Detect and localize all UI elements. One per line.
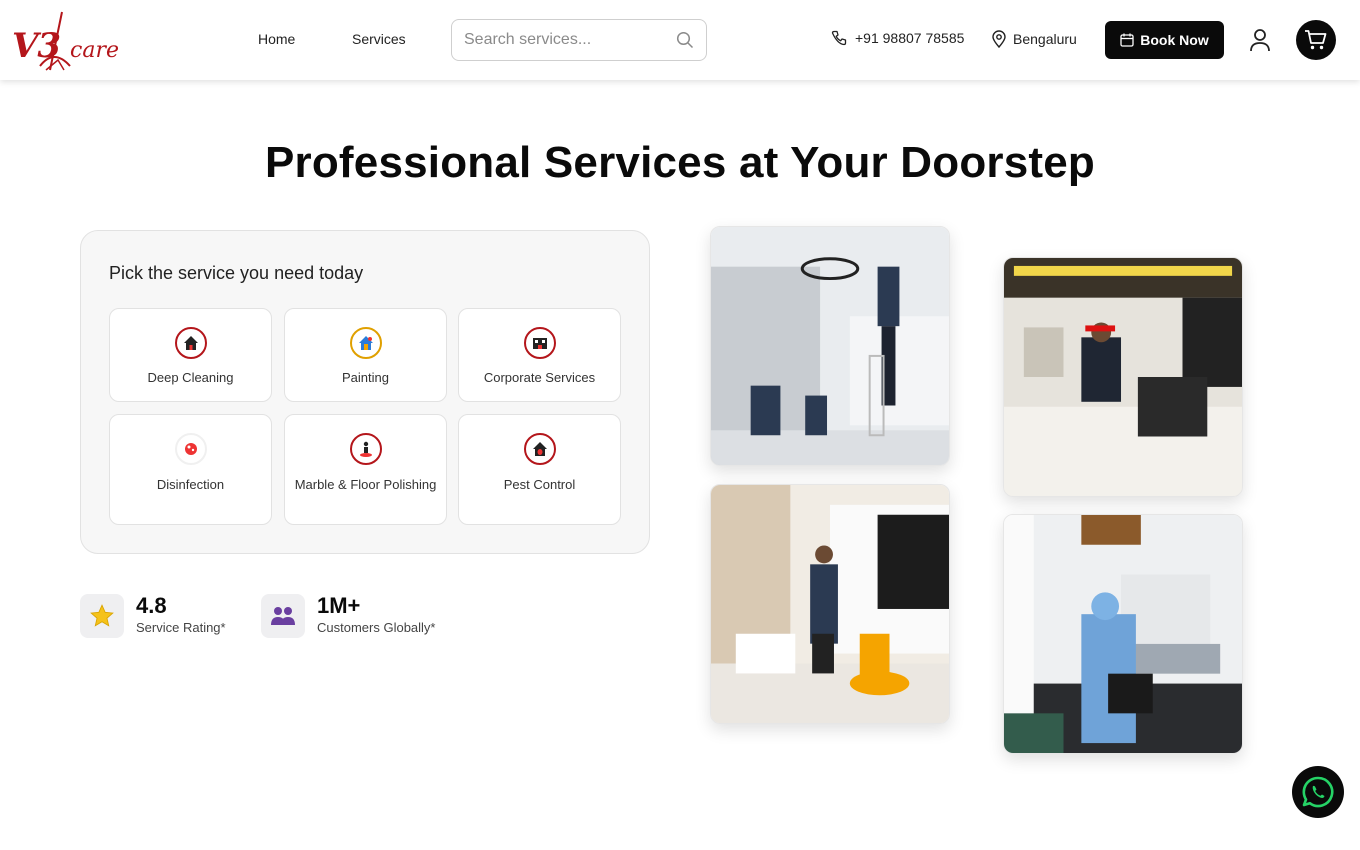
photo-ceiling-cleaning (710, 226, 950, 466)
book-now-button[interactable]: Book Now (1105, 21, 1224, 59)
service-picker-title: Pick the service you need today (109, 263, 364, 283)
service-card-pest-control[interactable]: Pest Control (458, 414, 621, 525)
cart-icon (1305, 30, 1327, 50)
deep-cleaning-icon (174, 327, 207, 359)
logo-text: V3 (12, 26, 61, 66)
users-icon (261, 594, 305, 638)
phone-contact[interactable]: +91 98807 78585 (831, 30, 964, 46)
painting-icon (349, 327, 382, 359)
nav-services[interactable]: Services (352, 31, 406, 47)
service-label: Marble & Floor Polishing (294, 477, 437, 492)
logo-subtext: care (70, 38, 119, 63)
pest-control-icon (523, 433, 556, 465)
stat-value: 1M+ (317, 593, 361, 618)
stat-label: Customers Globally* (317, 620, 436, 635)
user-account-icon[interactable] (1249, 28, 1271, 52)
service-card-painting[interactable]: Painting (284, 308, 447, 402)
phone-icon (831, 30, 847, 46)
photo-disinfection (1003, 514, 1243, 754)
service-label: Painting (342, 370, 389, 385)
calendar-icon (1120, 33, 1134, 47)
service-card-marble-floor-polishing[interactable]: Marble & Floor Polishing (284, 414, 447, 525)
service-picker-panel: Pick the service you need today Deep Cle… (80, 230, 650, 554)
page-title: Professional Services at Your Doorstep (264, 138, 1096, 187)
stat-customers: 1M+ Customers Globally* (261, 594, 436, 638)
search-icon[interactable] (676, 31, 694, 49)
disinfection-icon (174, 433, 207, 465)
service-label: Deep Cleaning (147, 370, 234, 385)
service-card-disinfection[interactable]: Disinfection (109, 414, 272, 525)
floor-polishing-icon (349, 433, 382, 465)
stat-value: 4.8 (136, 593, 167, 618)
cart-button[interactable] (1296, 20, 1336, 60)
nav-home[interactable]: Home (258, 31, 295, 47)
service-label: Corporate Services (483, 370, 596, 385)
phone-number: +91 98807 78585 (855, 30, 965, 46)
brand-logo[interactable]: V3 care (10, 8, 120, 74)
stat-label: Service Rating* (136, 620, 226, 635)
service-card-corporate-services[interactable]: Corporate Services (458, 308, 621, 402)
whatsapp-chat-button[interactable] (1292, 766, 1344, 818)
search-box (451, 19, 707, 61)
location-selector[interactable]: Bengaluru (991, 30, 1077, 48)
corporate-services-icon (523, 327, 556, 359)
service-label: Disinfection (156, 477, 225, 492)
photo-floor-polishing (710, 484, 950, 724)
location-pin-icon (992, 30, 1006, 48)
service-card-deep-cleaning[interactable]: Deep Cleaning (109, 308, 272, 402)
service-label: Pest Control (503, 477, 576, 492)
site-header: V3 care Home Services +91 98807 78585 Be… (0, 0, 1360, 80)
whatsapp-icon (1302, 776, 1334, 808)
star-icon (80, 594, 124, 638)
location-label: Bengaluru (1013, 31, 1077, 47)
stat-rating: 4.8 Service Rating* (80, 594, 226, 638)
search-input[interactable] (464, 30, 674, 50)
book-now-label: Book Now (1140, 32, 1209, 48)
photo-office-cleaning (1003, 257, 1243, 497)
